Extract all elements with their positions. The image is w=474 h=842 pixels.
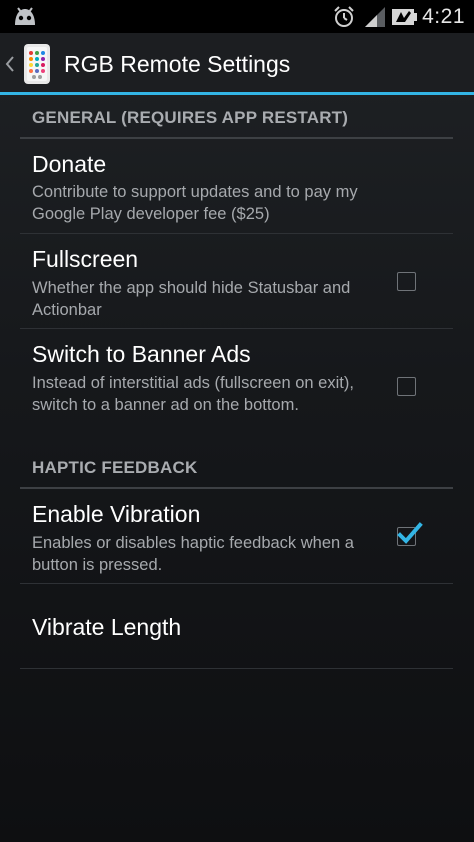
action-bar: RGB Remote Settings xyxy=(0,33,474,94)
pref-title: Switch to Banner Ads xyxy=(32,341,251,367)
pref-fullscreen[interactable]: Fullscreen Whether the app should hide S… xyxy=(0,234,474,328)
signal-icon xyxy=(365,7,385,27)
pref-title: Enable Vibration xyxy=(32,501,201,527)
pref-summary: Contribute to support updates and to pay… xyxy=(32,183,358,223)
pref-title: Fullscreen xyxy=(32,246,139,272)
action-bar-title: RGB Remote Settings xyxy=(64,51,291,77)
pref-summary: Enables or disables haptic feedback when… xyxy=(32,534,354,574)
pref-title: Donate xyxy=(32,151,107,177)
pref-donate[interactable]: Donate Contribute to support updates and… xyxy=(0,139,474,233)
pref-summary: Whether the app should hide Statusbar an… xyxy=(32,279,351,319)
cyanogenmod-icon xyxy=(15,7,35,25)
checkmark-icon xyxy=(397,522,423,544)
app-remote-icon[interactable] xyxy=(22,43,52,85)
clock-time: 4:21 xyxy=(422,5,465,28)
category-haptic-header: HAPTIC FEEDBACK xyxy=(32,458,198,477)
action-bar-accent-line xyxy=(0,92,474,95)
back-chevron-icon[interactable] xyxy=(5,55,15,73)
category-general-header: GENERAL (REQUIRES APP RESTART) xyxy=(32,108,349,127)
fullscreen-checkbox[interactable] xyxy=(397,272,416,291)
row-divider xyxy=(20,668,453,669)
alarm-icon xyxy=(334,6,354,27)
status-bar: 4:21 xyxy=(0,0,474,33)
pref-summary: Instead of interstitial ads (fullscreen … xyxy=(32,374,354,414)
vibration-checkbox[interactable] xyxy=(397,522,423,546)
pref-vibrate-length[interactable]: Vibrate Length xyxy=(0,584,474,668)
pref-banner-ads[interactable]: Switch to Banner Ads Instead of intersti… xyxy=(0,329,474,449)
pref-enable-vibration[interactable]: Enable Vibration Enables or disables hap… xyxy=(0,489,474,583)
battery-icon xyxy=(392,9,417,25)
pref-title: Vibrate Length xyxy=(32,614,182,640)
banner-ads-checkbox[interactable] xyxy=(397,377,416,396)
